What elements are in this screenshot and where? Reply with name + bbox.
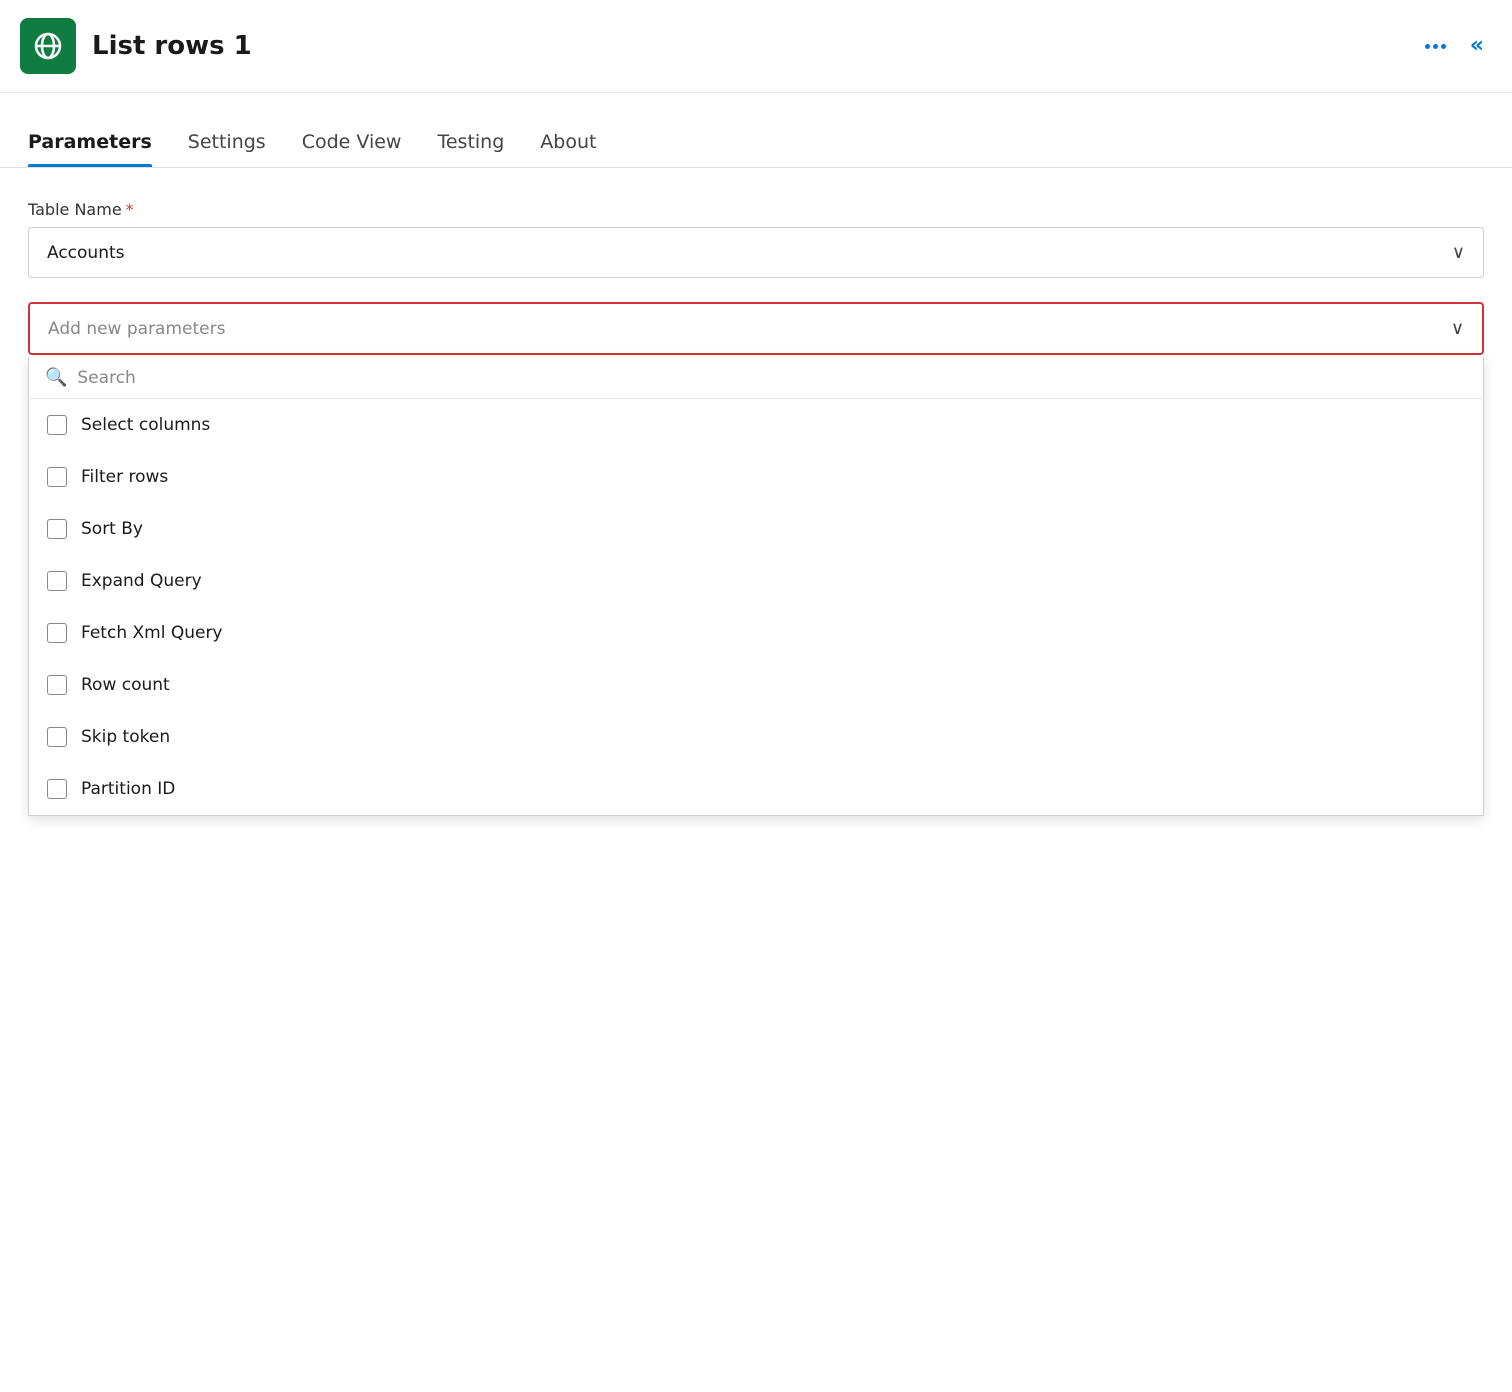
add-params-container: Add new parameters ∨ 🔍 Select columns [28,302,1484,355]
list-item-expand-query[interactable]: Expand Query [29,555,1483,607]
checkbox-filter-rows[interactable] [47,467,67,487]
app-icon [20,18,76,74]
checkbox-skip-token[interactable] [47,727,67,747]
label-fetch-xml-query: Fetch Xml Query [81,623,223,643]
list-item-skip-token[interactable]: Skip token [29,711,1483,763]
page-title: List rows 1 [92,31,252,61]
tab-settings[interactable]: Settings [188,121,294,167]
checkbox-sort-by[interactable] [47,519,67,539]
list-item-sort-by[interactable]: Sort By [29,503,1483,555]
list-item-select-columns[interactable]: Select columns [29,399,1483,451]
more-options-button[interactable] [1417,40,1454,53]
label-row-count: Row count [81,675,170,695]
table-name-chevron-icon: ∨ [1452,242,1465,263]
required-indicator: * [126,200,134,219]
tab-parameters[interactable]: Parameters [28,121,180,167]
search-input[interactable] [77,368,1467,388]
tab-about[interactable]: About [540,121,624,167]
header-actions: « [1417,35,1484,57]
label-expand-query: Expand Query [81,571,202,591]
list-item-partition-id[interactable]: Partition ID [29,763,1483,815]
parameters-checkbox-list: Select columns Filter rows Sort By Expan… [29,399,1483,815]
table-name-select[interactable]: Accounts ∨ [28,227,1484,278]
table-name-value: Accounts [47,243,125,263]
list-item-filter-rows[interactable]: Filter rows [29,451,1483,503]
tabs-list: Parameters Settings Code View Testing Ab… [28,121,1484,167]
parameters-dropdown-panel: 🔍 Select columns Filter rows S [28,357,1484,816]
header: List rows 1 « [0,0,1512,93]
tab-code-view[interactable]: Code View [302,121,430,167]
header-left: List rows 1 [20,18,252,74]
checkbox-expand-query[interactable] [47,571,67,591]
checkbox-select-columns[interactable] [47,415,67,435]
list-item-fetch-xml-query[interactable]: Fetch Xml Query [29,607,1483,659]
checkbox-fetch-xml-query[interactable] [47,623,67,643]
add-params-chevron-icon: ∨ [1451,318,1464,339]
main-content: Table Name * Accounts ∨ Add new paramete… [0,168,1512,387]
checkbox-partition-id[interactable] [47,779,67,799]
label-partition-id: Partition ID [81,779,175,799]
label-filter-rows: Filter rows [81,467,168,487]
app-container: List rows 1 « Parameters Settings Code V… [0,0,1512,1392]
table-name-field-group: Table Name * Accounts ∨ [28,200,1484,278]
add-params-dropdown[interactable]: Add new parameters ∨ [28,302,1484,355]
dataverse-logo-icon [31,29,65,63]
label-select-columns: Select columns [81,415,210,435]
tab-testing[interactable]: Testing [437,121,532,167]
list-item-row-count[interactable]: Row count [29,659,1483,711]
tabs-container: Parameters Settings Code View Testing Ab… [0,93,1512,168]
collapse-button[interactable]: « [1470,35,1484,57]
label-skip-token: Skip token [81,727,170,747]
checkbox-row-count[interactable] [47,675,67,695]
add-params-placeholder: Add new parameters [48,319,225,339]
table-name-label: Table Name * [28,200,1484,219]
search-icon: 🔍 [45,367,67,388]
label-sort-by: Sort By [81,519,143,539]
search-row: 🔍 [29,357,1483,399]
